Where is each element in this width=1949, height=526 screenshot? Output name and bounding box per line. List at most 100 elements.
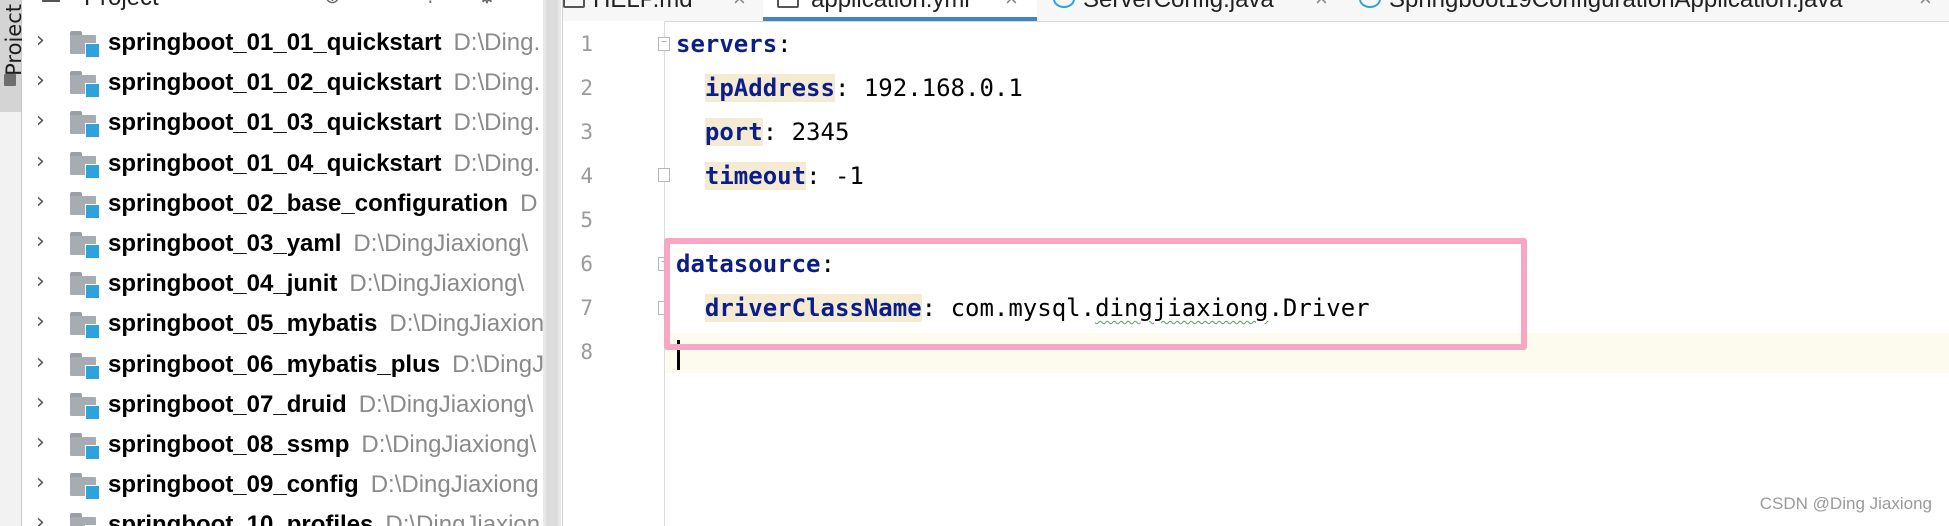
project-panel-header: Project ▾ ⊕ ≡ ⇡ ⚙ bbox=[22, 0, 562, 12]
module-name: springboot_01_02_quickstart D:\Ding. bbox=[108, 69, 541, 97]
module-name: springboot_02_base_configuration D bbox=[108, 189, 538, 217]
chevron-right-icon[interactable]: › bbox=[36, 149, 45, 174]
tree-row[interactable]: › springboot_01_01_quickstart D:\Ding. bbox=[22, 25, 562, 65]
module-path: D:\DingJiaxiong\ bbox=[353, 229, 529, 257]
module-path: D:\Ding. bbox=[453, 109, 541, 137]
annotation-highlight-box bbox=[664, 238, 1527, 350]
module-name: springboot_06_mybatis_plus D:\DingJ bbox=[108, 350, 545, 378]
module-name: springboot_08_ssmp D:\DingJiaxiong\ bbox=[108, 430, 537, 458]
tree-row[interactable]: › springboot_06_mybatis_plus D:\DingJ bbox=[22, 347, 562, 387]
chevron-right-icon[interactable]: › bbox=[36, 390, 45, 415]
fold-marker-icon[interactable]: − bbox=[658, 37, 670, 51]
module-folder-icon bbox=[70, 312, 100, 340]
chevron-right-icon[interactable]: › bbox=[36, 189, 45, 214]
module-path: D:\DingJiaxion bbox=[389, 310, 545, 338]
module-name: springboot_07_druid D:\DingJiaxiong\ bbox=[108, 390, 534, 418]
tab-serverconfig-java[interactable]: ServerConfig.java × bbox=[1053, 0, 1353, 21]
line-number: 7 bbox=[580, 296, 593, 320]
module-path: D bbox=[520, 189, 538, 217]
chevron-right-icon[interactable]: › bbox=[36, 309, 45, 334]
module-folder-icon bbox=[70, 231, 100, 259]
expand-icon[interactable]: ⇡ bbox=[422, 0, 439, 9]
tree-row[interactable]: › springboot_02_base_configuration D bbox=[22, 186, 562, 226]
module-name: springboot_04_junit D:\DingJiaxiong\ bbox=[108, 270, 525, 298]
module-name: springboot_09_config D:\DingJiaxiong bbox=[108, 471, 539, 499]
project-panel: Project ▾ ⊕ ≡ ⇡ ⚙ › springboot_01_01_qui… bbox=[22, 0, 563, 526]
module-folder-icon bbox=[70, 151, 100, 179]
module-folder-icon bbox=[70, 111, 100, 139]
gear-icon[interactable]: ⚙ bbox=[478, 0, 496, 9]
project-view-icon bbox=[42, 0, 60, 2]
watermark: CSDN @Ding Jiaxiong bbox=[1759, 494, 1932, 513]
tree-row[interactable]: › springboot_01_03_quickstart D:\Ding. bbox=[22, 105, 562, 145]
module-path: D:\DingJiaxiong bbox=[370, 471, 539, 499]
editor-tabs: HELP.md × application.yml × ServerConfig… bbox=[563, 0, 1949, 22]
chevron-right-icon[interactable]: › bbox=[36, 269, 45, 294]
line-number: 2 bbox=[580, 76, 593, 100]
chevron-right-icon[interactable]: › bbox=[36, 68, 45, 93]
chevron-down-icon[interactable]: ▾ bbox=[200, 0, 209, 5]
tree-row[interactable]: › springboot_04_junit D:\DingJiaxiong\ bbox=[22, 266, 562, 306]
tree-row[interactable]: › springboot_07_druid D:\DingJiaxiong\ bbox=[22, 387, 562, 427]
module-name: springboot_01_04_quickstart D:\Ding. bbox=[108, 149, 541, 177]
locate-icon[interactable]: ⊕ bbox=[324, 0, 341, 9]
tab-help-md[interactable]: HELP.md × bbox=[563, 0, 763, 21]
chevron-right-icon[interactable]: › bbox=[36, 108, 45, 133]
project-panel-title[interactable]: Project bbox=[84, 0, 159, 12]
tree-row[interactable]: › springboot_01_04_quickstart D:\Ding. bbox=[22, 146, 562, 186]
line-number: 4 bbox=[580, 164, 593, 188]
chevron-right-icon[interactable]: › bbox=[36, 350, 45, 375]
tree-row[interactable]: › springboot_01_02_quickstart D:\Ding. bbox=[22, 65, 562, 105]
tree-row[interactable]: › springboot_08_ssmp D:\DingJiaxiong\ bbox=[22, 427, 562, 467]
editor-gutter: 1 2 3 4 5 6 7 8 − − bbox=[563, 21, 670, 526]
module-folder-icon bbox=[70, 432, 100, 460]
code-line-4: timeout: -1 bbox=[704, 162, 864, 190]
code-line-3: port: 2345 bbox=[704, 118, 850, 146]
code-line-1: servers: bbox=[676, 30, 792, 58]
module-folder-icon bbox=[70, 31, 100, 58]
module-path: D:\Ding. bbox=[453, 69, 541, 97]
close-icon[interactable]: × bbox=[1005, 0, 1018, 12]
tool-window-stripe: Project bbox=[0, 0, 26, 526]
module-folder-icon bbox=[70, 473, 100, 501]
module-name: springboot_01_01_quickstart D:\Ding. bbox=[108, 29, 541, 56]
close-icon[interactable]: × bbox=[1919, 0, 1932, 12]
tab-application-java[interactable]: Springboot19ConfigurationApplication.jav… bbox=[1359, 0, 1949, 21]
module-path: D:\DingJiaxion bbox=[385, 511, 541, 526]
line-number: 6 bbox=[580, 252, 593, 276]
project-panel-scrollbar[interactable] bbox=[543, 0, 561, 526]
module-path: D:\DingJiaxiong\ bbox=[349, 270, 525, 298]
module-folder-icon bbox=[70, 191, 100, 219]
collapse-all-icon[interactable]: ≡ bbox=[372, 0, 384, 7]
tree-row[interactable]: › springboot_05_mybatis D:\DingJiaxion bbox=[22, 306, 562, 346]
active-tab-indicator bbox=[763, 17, 1037, 21]
project-tree: › springboot_01_01_quickstart D:\Ding. › … bbox=[22, 25, 562, 526]
module-path: D:\DingJiaxiong\ bbox=[358, 390, 534, 418]
module-name: springboot_05_mybatis D:\DingJiaxion bbox=[108, 310, 545, 338]
module-folder-icon bbox=[70, 392, 100, 420]
chevron-right-icon[interactable]: › bbox=[36, 470, 45, 495]
project-tool-icon bbox=[4, 74, 16, 86]
tree-row[interactable]: › springboot_10_profiles D:\DingJiaxion bbox=[22, 507, 562, 526]
code-line-2: ipAddress: 192.168.0.1 bbox=[704, 74, 1023, 102]
chevron-right-icon[interactable]: › bbox=[36, 510, 45, 526]
module-path: D:\Ding. bbox=[453, 149, 541, 177]
tab-application-yml[interactable]: application.yml × bbox=[763, 0, 1037, 21]
java-class-icon bbox=[1359, 0, 1381, 8]
fold-end-icon[interactable] bbox=[658, 168, 670, 182]
module-path: D:\DingJ bbox=[452, 350, 545, 378]
chevron-right-icon[interactable]: › bbox=[36, 430, 45, 455]
chevron-right-icon[interactable]: › bbox=[36, 229, 45, 254]
close-icon[interactable]: × bbox=[733, 0, 746, 12]
line-number: 1 bbox=[580, 32, 593, 56]
module-folder-icon bbox=[70, 272, 100, 300]
scrollbar-thumb[interactable] bbox=[546, 0, 558, 526]
module-path: D:\DingJiaxiong\ bbox=[361, 430, 537, 458]
tree-row[interactable]: › springboot_09_config D:\DingJiaxiong bbox=[22, 467, 562, 507]
project-tool-tab[interactable]: Project bbox=[0, 0, 26, 112]
yaml-file-icon bbox=[777, 0, 799, 8]
module-folder-icon bbox=[70, 513, 100, 526]
close-icon[interactable]: × bbox=[1315, 0, 1328, 12]
tree-row[interactable]: › springboot_03_yaml D:\DingJiaxiong\ bbox=[22, 226, 562, 266]
chevron-right-icon[interactable]: › bbox=[36, 28, 45, 53]
